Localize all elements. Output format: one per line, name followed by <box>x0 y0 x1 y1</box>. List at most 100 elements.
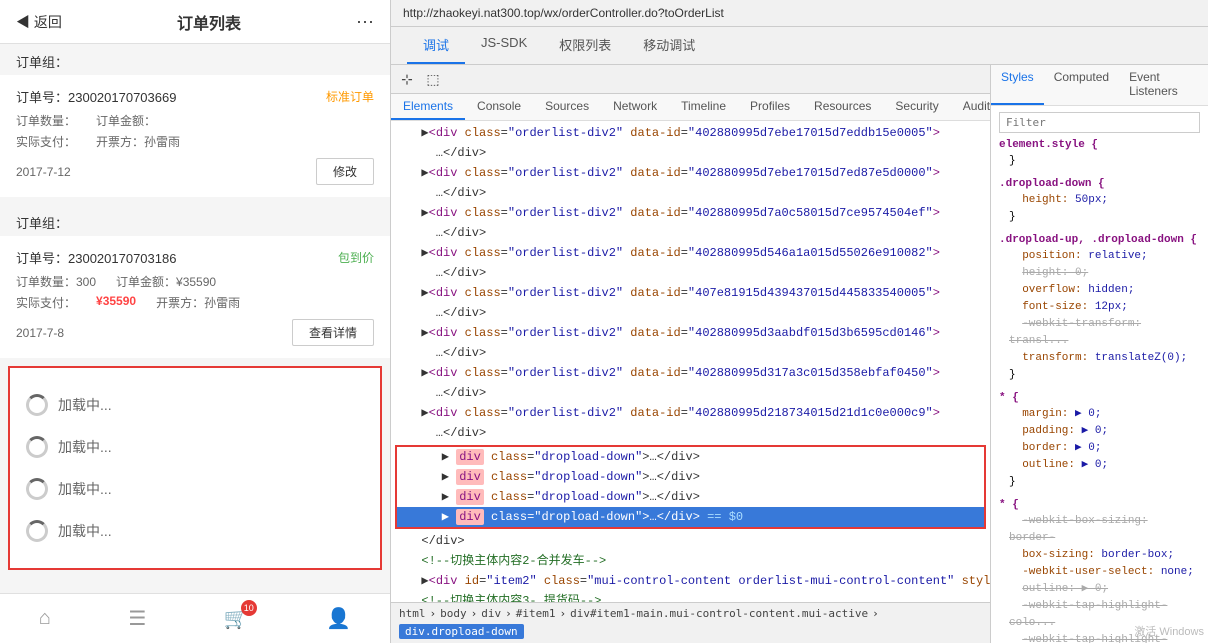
html-line[interactable]: ▶<div class="orderlist-div2" data-id="40… <box>391 403 990 423</box>
subtab-sources[interactable]: Sources <box>533 94 601 120</box>
html-line[interactable]: …</div> <box>391 143 990 163</box>
html-line[interactable]: ▶<div class="orderlist-div2" data-id="40… <box>391 163 990 183</box>
css-closing: } <box>1009 367 1200 384</box>
css-closing: } <box>1009 153 1200 170</box>
dropload-line-2[interactable]: ▶ div class="dropload-down">…</div> <box>397 467 984 487</box>
subtab-console[interactable]: Console <box>465 94 533 120</box>
css-filter-input[interactable] <box>999 112 1200 133</box>
nav-home[interactable]: ⌂ <box>39 607 51 630</box>
subtab-audits[interactable]: Audits <box>951 94 991 120</box>
tab-debug[interactable]: 调试 <box>407 27 465 64</box>
dropload-line-3[interactable]: ▶ div class="dropload-down">…</div> <box>397 487 984 507</box>
css-rule-star-1: * { margin: ▶ 0; padding: ▶ 0; border: ▶… <box>999 392 1200 491</box>
styles-tab-event-listeners[interactable]: Event Listeners <box>1119 65 1208 105</box>
loading-label-1: 加载中... <box>58 395 112 415</box>
breadcrumb-active[interactable]: div.dropload-down <box>399 624 524 639</box>
css-selector: .dropload-down { <box>999 178 1200 190</box>
order-date-1: 2017-7-12 <box>16 165 71 179</box>
breadcrumb-sep-4: › <box>560 607 567 620</box>
bottom-nav: ⌂ ☰ 🛒 10 👤 <box>0 593 390 643</box>
css-selector: .dropload-up, .dropload-down { <box>999 234 1200 246</box>
html-line[interactable]: …</div> <box>391 183 990 203</box>
left-panel: ◀ 返回 订单列表 ··· 订单组： 订单号：230020170703669 标… <box>0 0 390 643</box>
tab-jssdk[interactable]: JS-SDK <box>465 27 543 64</box>
spinner-3 <box>26 478 48 500</box>
list-icon: ☰ <box>128 606 146 631</box>
html-line[interactable]: …</div> <box>391 303 990 323</box>
subtab-resources[interactable]: Resources <box>802 94 883 120</box>
html-line[interactable]: ▶<div class="orderlist-div2" data-id="40… <box>391 123 990 143</box>
highlighted-box: ▶ div class="dropload-down">…</div> ▶ di… <box>395 445 986 529</box>
cursor-icon[interactable]: ⊹ <box>395 67 419 91</box>
html-comment-2: <!--切换主体内容3- 提货码--> <box>391 591 990 602</box>
order-action-btn-1[interactable]: 修改 <box>316 158 374 185</box>
html-line[interactable]: ▶<div id="item2" class="mui-control-cont… <box>391 571 990 591</box>
breadcrumb-item1[interactable]: #item1 <box>516 607 556 620</box>
html-line[interactable]: …</div> <box>391 383 990 403</box>
css-prop-line: margin: ▶ 0; <box>1009 406 1200 423</box>
order-qty-label-1: 订单数量： <box>16 112 76 129</box>
styles-tab-computed[interactable]: Computed <box>1044 65 1119 105</box>
html-line[interactable]: ▶<div class="orderlist-div2" data-id="40… <box>391 283 990 303</box>
css-prop-line: padding: ▶ 0; <box>1009 423 1200 440</box>
order-group-2-label: 订单组： <box>0 205 390 236</box>
order-action-btn-2[interactable]: 查看详情 <box>292 319 374 346</box>
back-button[interactable]: ◀ 返回 <box>16 12 62 32</box>
html-line[interactable]: …</div> <box>391 263 990 283</box>
breadcrumb-div[interactable]: div <box>481 607 501 620</box>
css-prop-line: outline: ▶ 0; <box>1009 581 1200 598</box>
subtab-security[interactable]: Security <box>883 94 950 120</box>
page-title: 订单列表 <box>62 10 356 34</box>
subtab-profiles[interactable]: Profiles <box>738 94 802 120</box>
subtab-timeline[interactable]: Timeline <box>669 94 738 120</box>
windows-watermark: 激活 Windows <box>1134 623 1204 639</box>
css-prop-line: -webkit-user-select: none; <box>1009 564 1200 581</box>
nav-list[interactable]: ☰ <box>128 606 146 631</box>
html-tree: ▶<div class="orderlist-div2" data-id="40… <box>391 121 990 602</box>
html-line[interactable]: ▶<div class="orderlist-div2" data-id="40… <box>391 323 990 343</box>
home-icon: ⌂ <box>39 607 51 630</box>
loading-item-2: 加载中... <box>26 426 364 468</box>
breadcrumb-body[interactable]: body <box>440 607 467 620</box>
elements-panel: ⊹ ⬚ Elements Console Sources Network Tim… <box>391 65 991 643</box>
css-prop-line: -webkit-transform: transl... <box>1009 316 1200 350</box>
tab-mobile[interactable]: 移动调试 <box>627 27 711 64</box>
breadcrumb-html[interactable]: html <box>399 607 426 620</box>
breadcrumb-main[interactable]: div#item1-main.mui-control-content.mui-a… <box>570 607 868 620</box>
loading-label-4: 加载中... <box>58 521 112 541</box>
breadcrumb-bar: html › body › div › #item1 › div#item1-m… <box>391 602 990 643</box>
tab-permissions[interactable]: 权限列表 <box>543 27 627 64</box>
order-card-2: 订单号：230020170703186 包到价 订单数量：300 订单金额：¥3… <box>0 236 390 358</box>
left-header: ◀ 返回 订单列表 ··· <box>0 0 390 44</box>
html-line[interactable]: …</div> <box>391 343 990 363</box>
subtab-elements[interactable]: Elements <box>391 94 465 120</box>
html-line[interactable]: ▶<div class="orderlist-div2" data-id="40… <box>391 363 990 383</box>
styles-tab-styles[interactable]: Styles <box>991 65 1044 105</box>
order-tag-1: 标准订单 <box>326 88 374 105</box>
more-button[interactable]: ··· <box>356 11 374 32</box>
html-line[interactable]: ▶<div class="orderlist-div2" data-id="40… <box>391 203 990 223</box>
css-selector: element.style { <box>999 139 1200 151</box>
nav-profile[interactable]: 👤 <box>326 606 351 631</box>
spinner-4 <box>26 520 48 542</box>
html-line[interactable]: </div> <box>391 531 990 551</box>
nav-cart[interactable]: 🛒 10 <box>224 606 249 631</box>
elements-toolbar: ⊹ ⬚ <box>391 65 990 94</box>
devtools-panel: http://zhaokeyi.nat300.top/wx/orderContr… <box>390 0 1208 643</box>
dropload-line-1[interactable]: ▶ div class="dropload-down">…</div> <box>397 447 984 467</box>
css-rule-star-2: * { -webkit-box-sizing: border- box-sizi… <box>999 499 1200 643</box>
html-line[interactable]: …</div> <box>391 223 990 243</box>
dropload-line-selected[interactable]: ▶ div class="dropload-down">…</div> == $… <box>397 507 984 527</box>
inspect-icon[interactable]: ⬚ <box>421 67 445 91</box>
order-amount-2: 订单金额：¥35590 <box>116 273 216 290</box>
subtab-network[interactable]: Network <box>601 94 669 120</box>
loading-item-3: 加载中... <box>26 468 364 510</box>
html-line[interactable]: ▶<div class="orderlist-div2" data-id="40… <box>391 243 990 263</box>
css-selector: * { <box>999 499 1200 511</box>
order-number-1: 订单号：230020170703669 <box>16 87 176 106</box>
css-rule-element-style: element.style { } <box>999 139 1200 170</box>
css-prop-line: border: ▶ 0; <box>1009 440 1200 457</box>
spinner-1 <box>26 394 48 416</box>
html-line[interactable]: …</div> <box>391 423 990 443</box>
loading-item-4: 加载中... <box>26 510 364 552</box>
